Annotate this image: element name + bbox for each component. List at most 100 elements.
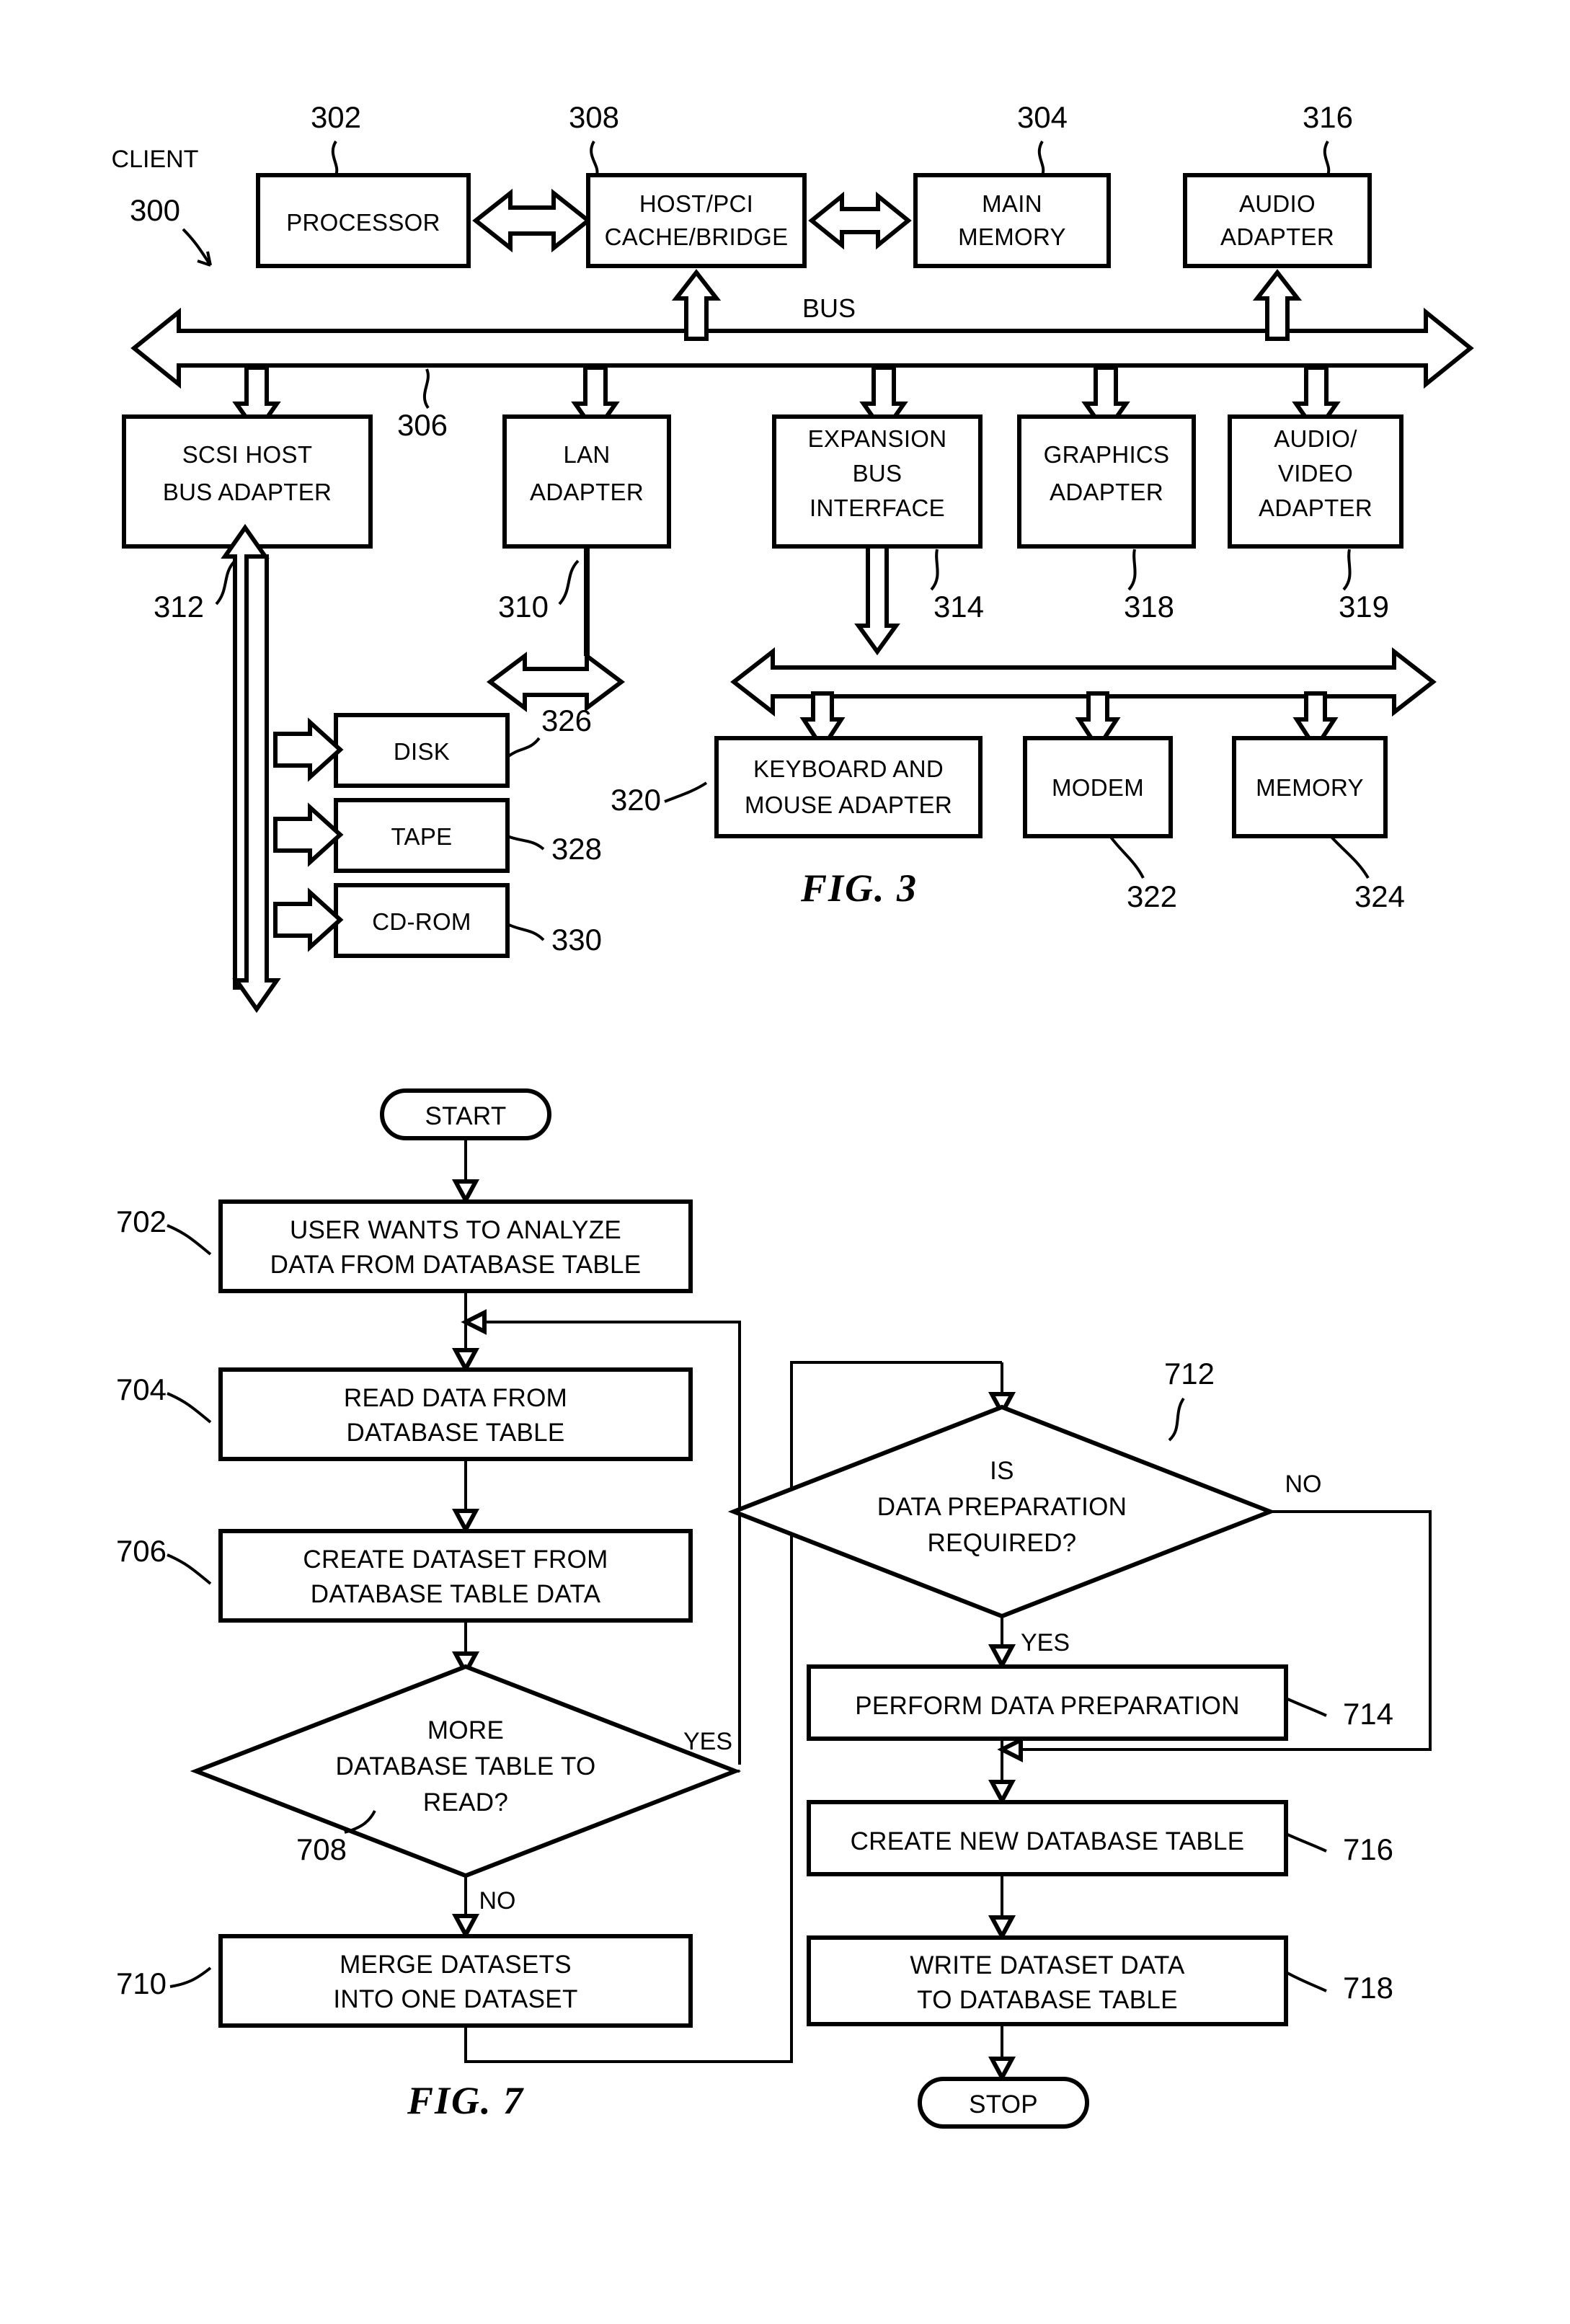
- arrowhead-716-to-718: [988, 1915, 1016, 1941]
- expansion-bus-rail: [730, 647, 1437, 717]
- ref-714-leader: [1285, 1697, 1327, 1717]
- box-audiovideo-label-line2: VIDEO: [1278, 460, 1353, 487]
- ref-328-leader: [507, 835, 545, 851]
- bus-label: BUS: [802, 293, 856, 323]
- ref-316: 316: [1303, 100, 1353, 134]
- ref-320: 320: [611, 783, 661, 817]
- arrowhead-708-to-710: [451, 1914, 480, 1940]
- box-714-label: PERFORM DATA PREPARATION: [855, 1692, 1240, 1720]
- box-keyboard-label-line2: MOUSE ADAPTER: [745, 791, 952, 818]
- ref-718: 718: [1343, 1971, 1393, 2005]
- box-706-label-line1: CREATE DATASET FROM: [303, 1545, 608, 1574]
- ref-320-leader: [664, 781, 708, 803]
- arrow-lan-external: [487, 652, 625, 712]
- arrow-to-tape: [273, 802, 344, 867]
- branch-712-no-label: NO: [1285, 1471, 1322, 1498]
- ref-716-leader: [1285, 1832, 1327, 1853]
- arrowhead-718-to-stop: [988, 2057, 1016, 2083]
- box-host-pci-label-line2: CACHE/BRIDGE: [605, 223, 789, 250]
- figure-3-group: CLIENT 300 PROCESSOR 302 HOST/PCI CACHE/…: [112, 100, 1474, 1014]
- ref-716: 716: [1343, 1832, 1393, 1866]
- ref-314-leader: [930, 549, 939, 591]
- arrowhead-708-yes-feedback: [461, 1309, 487, 1335]
- ref-310-leader: [558, 559, 580, 606]
- box-main-memory: [913, 173, 1111, 268]
- branch-708-no-label: NO: [479, 1887, 516, 1915]
- box-702-label-line1: USER WANTS TO ANALYZE: [290, 1216, 621, 1244]
- decision-708-label-line2: DATABASE TABLE TO: [335, 1752, 595, 1780]
- client-system-label: CLIENT: [112, 146, 199, 173]
- box-audiovideo-label-line1: AUDIO/: [1274, 425, 1357, 452]
- ref-310: 310: [498, 590, 549, 624]
- arrowhead-704-to-706: [451, 1509, 480, 1535]
- ref-324-leader: [1329, 835, 1370, 879]
- box-scsi-label-line1: SCSI HOST: [182, 441, 313, 468]
- arrow-to-disk: [273, 717, 344, 782]
- box-keyboard-mouse-adapter: [714, 736, 983, 838]
- arrowhead-start-to-702: [451, 1179, 480, 1205]
- box-718-label-line1: WRITE DATASET DATA: [910, 1951, 1185, 1979]
- arrowhead-712-to-714: [988, 1644, 1016, 1670]
- box-processor-label: PROCESSOR: [286, 209, 440, 236]
- ref-324: 324: [1354, 879, 1405, 913]
- ref-312: 312: [154, 590, 204, 624]
- decision-712-label-line1: IS: [990, 1457, 1014, 1485]
- ref-312-leader: [215, 559, 236, 606]
- box-host-pci-label-line1: HOST/PCI: [639, 190, 753, 217]
- figure-3-caption: FIG. 3: [800, 866, 918, 910]
- ref-314: 314: [933, 590, 984, 624]
- ref-308: 308: [569, 100, 619, 134]
- ref-708: 708: [296, 1832, 347, 1866]
- ref-322: 322: [1127, 879, 1177, 913]
- ref-322-leader: [1109, 835, 1145, 879]
- ref-326-leader: [506, 737, 541, 758]
- box-audio-adapter: [1183, 173, 1372, 268]
- ref-712-leader: [1168, 1397, 1185, 1442]
- branch-708-yes-label: YES: [683, 1728, 732, 1755]
- terminator-start-label: START: [425, 1102, 507, 1130]
- terminator-stop-label: STOP: [969, 2090, 1038, 2119]
- box-704-label-line1: READ DATA FROM: [344, 1384, 567, 1412]
- ref-302-leader: [331, 140, 339, 176]
- box-704-label-line2: DATABASE TABLE: [346, 1419, 564, 1447]
- box-710-label-line1: MERGE DATASETS: [340, 1951, 572, 1979]
- box-expansion-label-line1: EXPANSION: [808, 425, 947, 452]
- box-scsi-label-line2: BUS ADAPTER: [163, 479, 332, 505]
- arrowhead-702-to-704: [451, 1348, 480, 1374]
- ref-702: 702: [116, 1205, 167, 1238]
- client-system-ref: 300: [130, 193, 180, 227]
- arrowhead-712-no-merge: [997, 1737, 1023, 1762]
- box-702-label-line2: DATA FROM DATABASE TABLE: [270, 1251, 642, 1279]
- box-disk-label: DISK: [394, 738, 450, 765]
- box-710-label-line2: INTO ONE DATASET: [333, 1985, 577, 2013]
- box-audiovideo-label-line3: ADAPTER: [1259, 494, 1372, 521]
- arrow-expansionbus-to-interface: [854, 544, 900, 656]
- ref-330-leader: [507, 923, 545, 941]
- ref-328: 328: [551, 832, 602, 866]
- box-706-label-line2: DATABASE TABLE DATA: [311, 1580, 601, 1608]
- ref-710-leader: [169, 1966, 212, 1988]
- box-716-label: CREATE NEW DATABASE TABLE: [851, 1827, 1245, 1855]
- box-lan-label-line2: ADAPTER: [530, 479, 644, 505]
- box-host-pci-cache-bridge: [586, 173, 807, 268]
- ref-318-leader: [1127, 549, 1137, 591]
- box-cdrom-label: CD-ROM: [372, 908, 471, 935]
- ref-319: 319: [1339, 590, 1389, 624]
- decision-712-label-line2: DATA PREPARATION: [877, 1493, 1127, 1521]
- ref-304-leader: [1037, 140, 1045, 176]
- ref-302: 302: [311, 100, 361, 134]
- ref-710: 710: [116, 1966, 167, 2000]
- box-718-label-line2: TO DATABASE TABLE: [917, 1986, 1178, 2014]
- decision-708-label-line3: READ?: [423, 1788, 508, 1817]
- box-audio-adapter-label-line2: ADAPTER: [1220, 223, 1334, 250]
- ref-326: 326: [541, 704, 592, 737]
- ref-718-leader: [1285, 1971, 1327, 1992]
- box-expansion-label-line3: INTERFACE: [810, 494, 945, 521]
- figure-7-group: START USER WANTS TO ANALYZE DATA FROM DA…: [116, 1088, 1432, 2129]
- box-main-memory-label-line2: MEMORY: [958, 223, 1066, 250]
- patent-drawing-sheet: CLIENT 300 PROCESSOR 302 HOST/PCI CACHE/…: [0, 0, 1570, 2324]
- branch-712-yes-label: YES: [1021, 1629, 1070, 1656]
- ref-704-leader: [167, 1392, 212, 1424]
- arrow-processor-hostpci: [472, 188, 592, 253]
- ref-704: 704: [116, 1372, 167, 1406]
